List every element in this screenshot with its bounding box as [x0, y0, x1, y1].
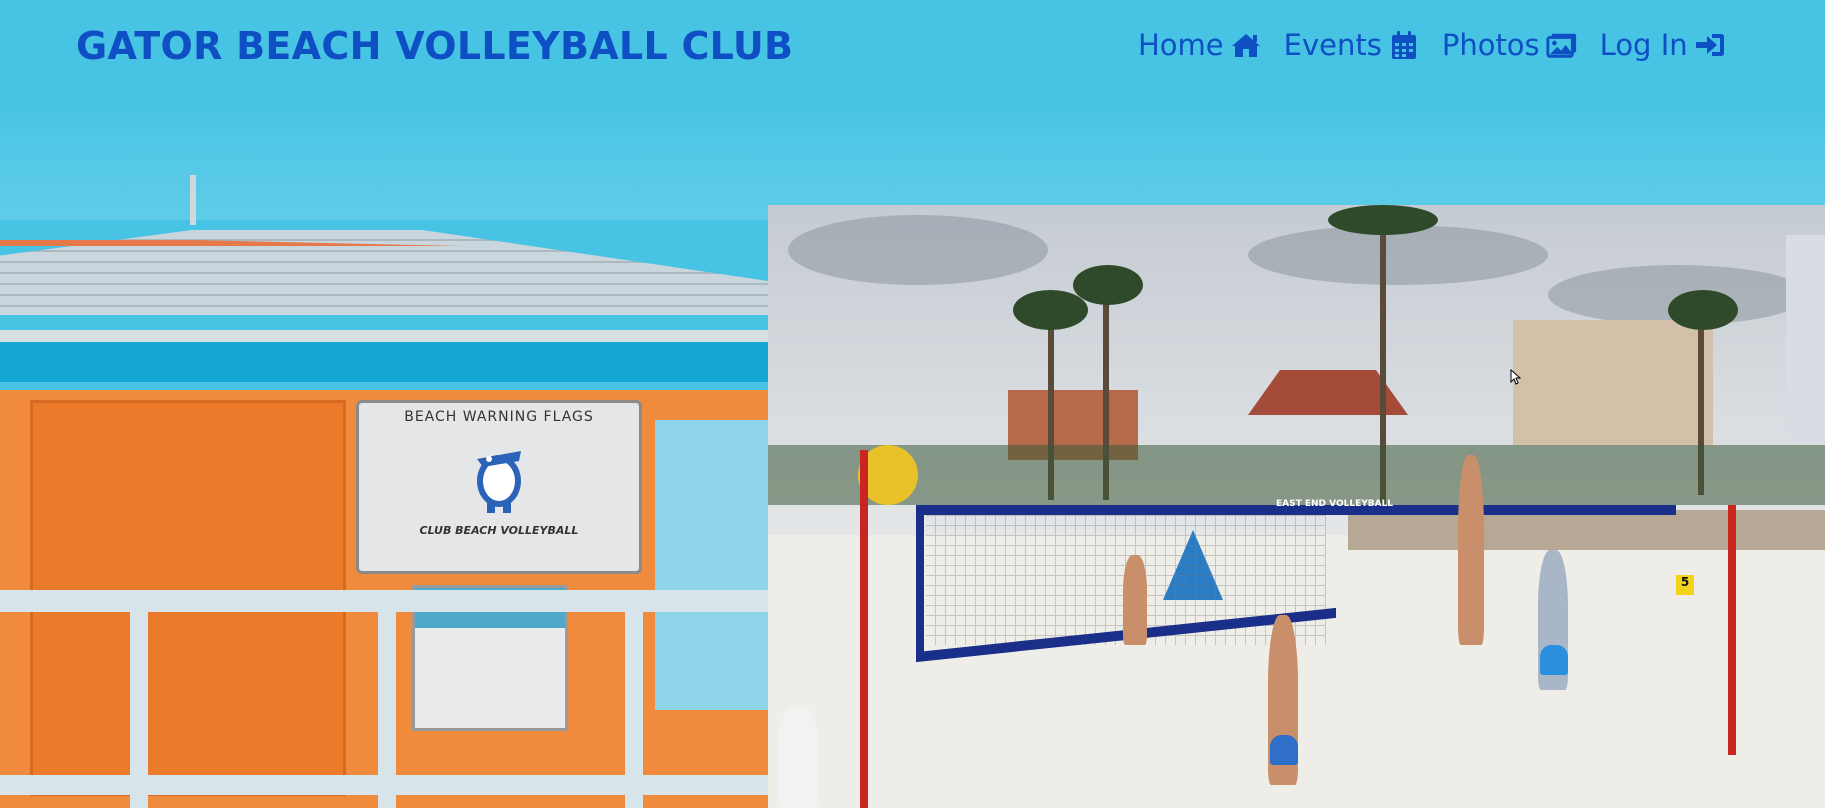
net-pole	[860, 450, 868, 808]
roof-edge	[0, 330, 768, 342]
gator-mascot-icon	[477, 451, 521, 513]
net-pole	[1728, 505, 1736, 755]
site-header: GATOR BEACH VOLLEYBALL CLUB Home Events …	[0, 0, 1825, 100]
tower-building	[1786, 235, 1825, 445]
palm-frond	[1013, 290, 1088, 330]
player-shorts	[1540, 645, 1568, 675]
site-title[interactable]: GATOR BEACH VOLLEYBALL CLUB	[76, 24, 793, 68]
palm-frond	[1328, 205, 1438, 235]
mouse-cursor-icon	[1510, 369, 1522, 385]
sign-title: BEACH WARNING FLAGS	[404, 409, 594, 425]
tree-line	[768, 445, 1825, 505]
hotel-building	[1513, 320, 1713, 445]
tower-window	[655, 420, 768, 710]
tower-antenna	[190, 175, 196, 225]
player	[1458, 455, 1484, 645]
nav-item-photos[interactable]: Photos	[1442, 28, 1578, 62]
player	[1123, 555, 1147, 645]
nav-item-events[interactable]: Events	[1284, 28, 1420, 62]
nav-item-home[interactable]: Home	[1138, 28, 1262, 62]
net-banner-text: EAST END VOLLEYBALL	[1276, 499, 1394, 509]
palm-frond	[1073, 265, 1143, 305]
sign-subtitle: CLUB BEACH VOLLEYBALL	[419, 524, 579, 537]
home-icon	[1231, 34, 1260, 57]
images-icon	[1546, 33, 1576, 58]
nav-item-label: Events	[1283, 28, 1382, 62]
nav-item-login[interactable]: Log In	[1600, 28, 1726, 62]
cloud	[788, 215, 1048, 285]
tower-blue-band	[0, 342, 768, 382]
warning-sign: BEACH WARNING FLAGS CLUB BEACH VOLLEYBAL…	[356, 400, 642, 574]
nav-item-label: Log In	[1599, 28, 1688, 62]
player-shorts	[1270, 735, 1298, 765]
sign-in-icon	[1695, 34, 1724, 56]
palm-frond	[1668, 290, 1738, 330]
nav-item-label: Home	[1138, 28, 1224, 62]
court-number-sign: 5	[1676, 575, 1694, 595]
nav-item-label: Photos	[1441, 28, 1540, 62]
calendar-icon	[1391, 31, 1416, 59]
player	[778, 705, 818, 808]
main-nav: Home Events Photos Log In	[1138, 28, 1726, 62]
lifeguard-tower-image: BEACH WARNING FLAGS CLUB BEACH VOLLEYBAL…	[0, 170, 768, 808]
beach-volleyball-photo: EAST END VOLLEYBALL 5	[768, 205, 1825, 808]
net-side-band	[916, 505, 924, 655]
tower-lower-rail	[0, 775, 768, 795]
